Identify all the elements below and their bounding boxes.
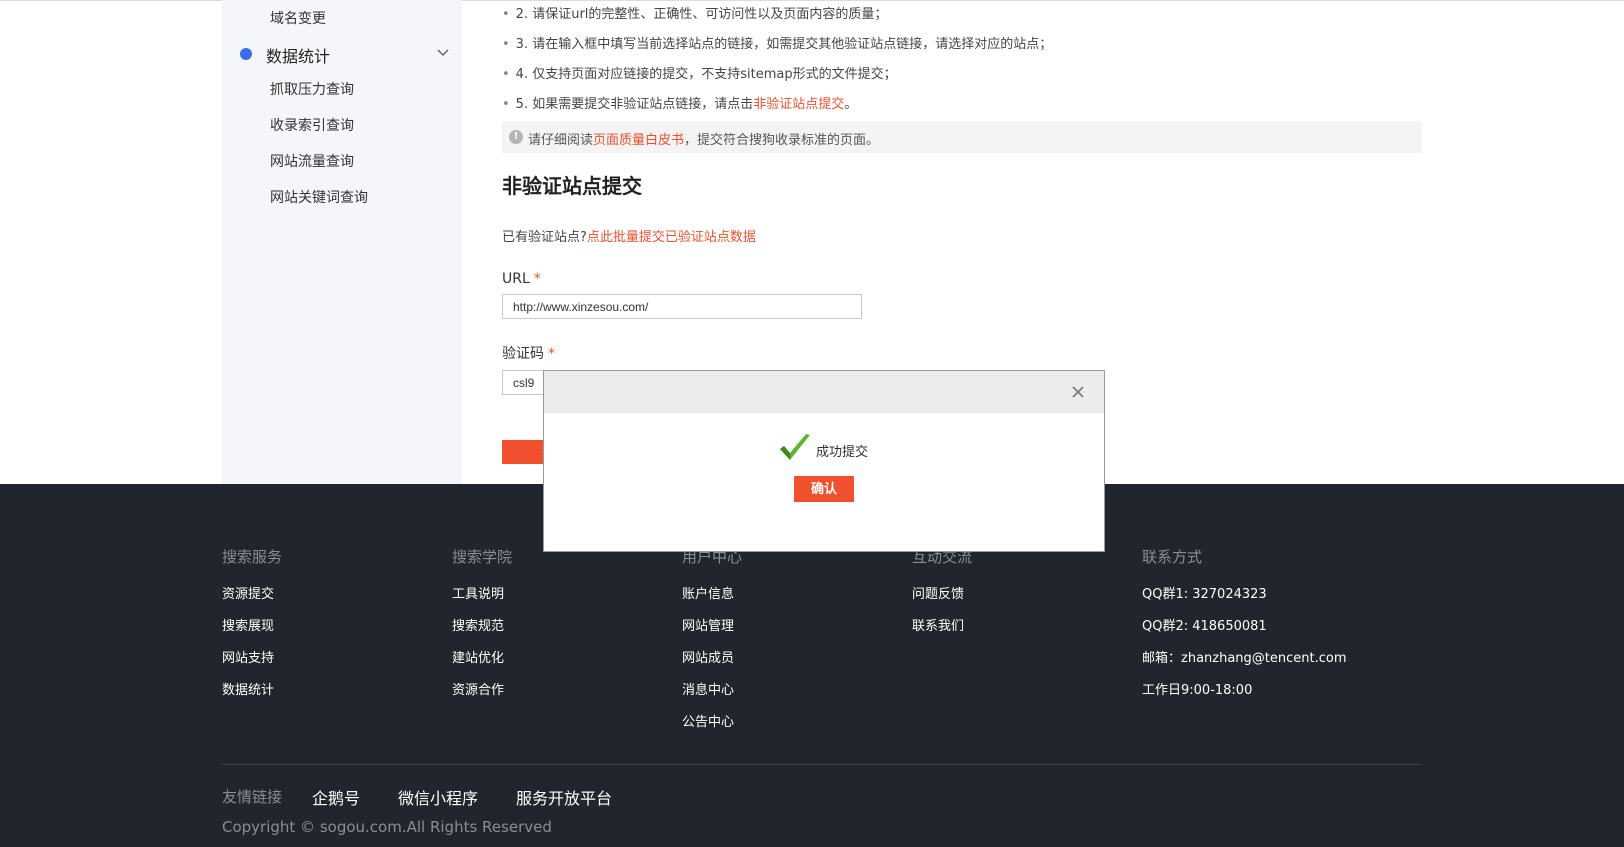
footer-contact-text: QQ群1: 327024323 [1142, 587, 1267, 602]
footer-col-interaction: 互动交流 问题反馈 联系我们 [912, 546, 972, 650]
rule-item-4: • 4. 仅支持页面对应链接的提交，不支持sitemap形式的文件提交； [502, 67, 897, 82]
footer-link[interactable]: 消息中心 [682, 682, 742, 714]
copyright: Copyright © sogou.com.All Rights Reserve… [222, 818, 552, 836]
rule-item-2: • 2. 请保证url的完整性、正确性、可访问性以及页面内容的质量； [502, 7, 888, 22]
verified-site-line: 已有验证站点?点此批量提交已验证站点数据 [502, 230, 756, 245]
footer-heading: 搜索服务 [222, 548, 283, 566]
rule-item-3: • 3. 请在输入框中填写当前选择站点的链接，如需提交其他验证站点链接，请选择对应… [502, 37, 1053, 52]
close-icon[interactable] [1070, 384, 1086, 400]
sidebar-group-data-stats[interactable]: 数据统计 [240, 42, 450, 66]
footer-link[interactable]: 网站管理 [682, 618, 742, 650]
dialog-header [544, 371, 1104, 413]
sidebar-item-keyword-query[interactable]: 网站关键词查询 [270, 187, 368, 207]
footer-divider [222, 764, 1422, 765]
url-label: URL * [502, 271, 541, 287]
footer-link[interactable]: 搜索展现 [222, 618, 282, 650]
confirm-button[interactable]: 确认 [794, 476, 854, 502]
footer-col-search-academy: 搜索学院 工具说明 搜索规范 建站优化 资源合作 [452, 546, 512, 714]
rule-text: 3. 请在输入框中填写当前选择站点的链接，如需提交其他验证站点链接，请选择对应的… [515, 37, 1053, 52]
rule-text: 。 [844, 97, 858, 112]
captcha-label: 验证码 * [502, 346, 555, 362]
footer-link[interactable]: 账户信息 [682, 586, 742, 618]
url-input[interactable] [502, 294, 862, 319]
footer-link[interactable]: 数据统计 [222, 682, 282, 714]
sidebar: 域名变更 数据统计 抓取压力查询 收录索引查询 网站流量查询 网站关键词查询 [222, 0, 462, 484]
sidebar-item-crawl-pressure[interactable]: 抓取压力查询 [270, 79, 354, 99]
success-message: 成功提交 [816, 445, 869, 460]
footer-col-user-center: 用户中心 账户信息 网站管理 网站成员 消息中心 公告中心 [682, 546, 742, 746]
footer-link[interactable]: 资源合作 [452, 682, 512, 714]
footer-link[interactable]: 联系我们 [912, 618, 972, 650]
footer-contact-text: QQ群2: 418650081 [1142, 619, 1267, 634]
notice-bar: ! 请仔细阅读页面质量白皮书，提交符合搜狗收录标准的页面。 [502, 121, 1422, 153]
sidebar-item-domain-change[interactable]: 域名变更 [270, 8, 326, 28]
checkmark-icon [780, 434, 810, 460]
footer-contact-text: 邮箱：zhanzhang@tencent.com [1142, 651, 1347, 666]
footer-col-search-service: 搜索服务 资源提交 搜索展现 网站支持 数据统计 [222, 546, 282, 714]
dot-icon [240, 48, 252, 60]
non-verified-submit-link[interactable]: 非验证站点提交 [753, 97, 844, 112]
footer-link[interactable]: 问题反馈 [912, 586, 972, 618]
footer-link[interactable]: 公告中心 [682, 714, 742, 746]
friend-links-label: 友情链接 [222, 788, 283, 806]
sidebar-item-traffic-query[interactable]: 网站流量查询 [270, 151, 354, 171]
sidebar-item-index-query[interactable]: 收录索引查询 [270, 115, 354, 135]
friend-link[interactable]: 微信小程序 [398, 785, 478, 809]
rule-item-5: • 5. 如果需要提交非验证站点链接，请点击非验证站点提交。 [502, 97, 858, 112]
footer-link[interactable]: 资源提交 [222, 586, 282, 618]
friend-link[interactable]: 服务开放平台 [516, 785, 612, 809]
footer-link[interactable]: 建站优化 [452, 650, 512, 682]
footer-link[interactable]: 网站支持 [222, 650, 282, 682]
footer-heading: 联系方式 [1142, 548, 1203, 566]
batch-submit-link[interactable]: 点此批量提交已验证站点数据 [587, 230, 756, 245]
footer-col-contact: 联系方式 QQ群1: 327024323 QQ群2: 418650081 邮箱：… [1142, 546, 1347, 714]
footer-link[interactable]: 网站成员 [682, 650, 742, 682]
quality-whitepaper-link[interactable]: 页面质量白皮书 [593, 133, 684, 148]
info-icon: ! [509, 130, 523, 144]
footer-link[interactable]: 工具说明 [452, 586, 512, 618]
rule-text: 4. 仅支持页面对应链接的提交，不支持sitemap形式的文件提交； [515, 67, 897, 82]
footer-contact-text: 工作日9:00-18:00 [1142, 683, 1253, 698]
rule-text: 2. 请保证url的完整性、正确性、可访问性以及页面内容的质量； [515, 7, 888, 22]
footer-link[interactable]: 搜索规范 [452, 618, 512, 650]
chevron-down-icon [437, 49, 449, 57]
section-title: 非验证站点提交 [502, 174, 642, 198]
sidebar-group-label: 数据统计 [266, 47, 331, 66]
notice-text: 请仔细阅读页面质量白皮书，提交符合搜狗收录标准的页面。 [528, 133, 880, 148]
footer-heading: 搜索学院 [452, 548, 513, 566]
friend-link[interactable]: 企鹅号 [312, 785, 360, 809]
rule-text: 5. 如果需要提交非验证站点链接，请点击 [515, 97, 754, 112]
success-dialog: 成功提交 确认 [543, 370, 1105, 552]
